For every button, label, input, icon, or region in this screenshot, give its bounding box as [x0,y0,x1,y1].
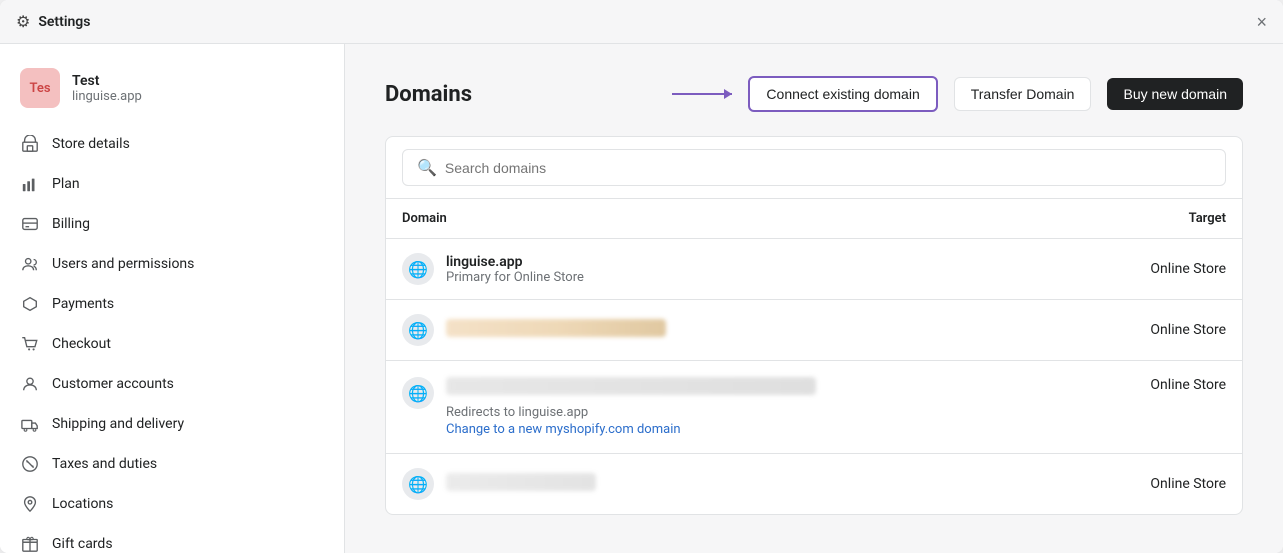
sidebar-item-users-permissions[interactable]: Users and permissions [0,244,344,284]
avatar: Tes [20,68,60,108]
table-header: Domain Target [386,199,1242,239]
sidebar-item-shipping[interactable]: Shipping and delivery [0,404,344,444]
search-bar: 🔍 [402,149,1226,186]
location-icon [20,494,40,514]
arrow-line [672,93,732,95]
close-button[interactable]: × [1256,13,1267,31]
store-header: Tes Test linguise.app [0,60,344,124]
shipping-icon [20,414,40,434]
sidebar-label-plan: Plan [52,176,80,192]
taxes-icon [20,454,40,474]
store-url: linguise.app [72,89,142,104]
sidebar-label-locations: Locations [52,496,113,512]
domain-row-3: 🌐 Redirects to linguise.app Change to a … [386,361,1242,454]
globe-icon-3: 🌐 [402,377,434,409]
domain-target-1: Online Store [1026,261,1226,277]
sidebar-label-billing: Billing [52,216,90,232]
domain-row-primary: 🌐 linguise.app Primary for Online Store … [386,239,1242,300]
customer-icon [20,374,40,394]
search-row: 🔍 [386,137,1242,199]
store-info: Test linguise.app [72,73,142,104]
domain-info-4 [446,473,1026,495]
main-content: Domains Connect existing domain Transfer… [345,44,1283,553]
sidebar-item-locations[interactable]: Locations [0,484,344,524]
domain-info-3: Redirects to linguise.app Change to a ne… [446,377,1026,437]
domain-redirect-text: Redirects to linguise.app [446,405,1026,420]
store-icon [20,134,40,154]
sidebar-item-billing[interactable]: Billing [0,204,344,244]
domain-target-3: Online Store [1026,377,1226,393]
users-icon [20,254,40,274]
sidebar-item-taxes[interactable]: Taxes and duties [0,444,344,484]
domain-info-1: linguise.app Primary for Online Store [446,254,1026,285]
payments-icon [20,294,40,314]
domain-target-2: Online Store [1026,322,1226,338]
col-domain-header: Domain [402,211,1026,226]
sidebar-item-gift-cards[interactable]: Gift cards [0,524,344,553]
sidebar-item-store-details[interactable]: Store details [0,124,344,164]
sidebar-item-payments[interactable]: Payments [0,284,344,324]
window-title: Settings [38,14,90,30]
sidebar-item-checkout[interactable]: Checkout [0,324,344,364]
page-title: Domains [385,82,472,107]
billing-icon [20,214,40,234]
page-header: Domains Connect existing domain Transfer… [385,76,1243,112]
title-bar-left: ⚙ Settings [16,12,90,31]
domain-info-2 [446,319,1026,341]
sidebar-label-checkout: Checkout [52,336,111,352]
sidebar-label-gift-cards: Gift cards [52,536,113,552]
store-name: Test [72,73,142,89]
connect-domain-button[interactable]: Connect existing domain [748,76,937,112]
search-icon: 🔍 [417,158,437,177]
sidebar-label-customer-accounts: Customer accounts [52,376,174,392]
sidebar-label-store-details: Store details [52,136,130,152]
col-target-header: Target [1026,211,1226,226]
plan-icon [20,174,40,194]
sidebar-item-plan[interactable]: Plan [0,164,344,204]
search-input[interactable] [445,160,1211,176]
title-bar: ⚙ Settings × [0,0,1283,44]
globe-icon-2: 🌐 [402,314,434,346]
sidebar-label-taxes: Taxes and duties [52,456,157,472]
blurred-domain-4 [446,473,596,491]
sidebar-label-payments: Payments [52,296,114,312]
sidebar-label-users: Users and permissions [52,256,194,272]
sidebar: Tes Test linguise.app Store details Plan [0,44,345,553]
blurred-domain-3 [446,377,816,395]
gift-icon [20,534,40,553]
sidebar-item-customer-accounts[interactable]: Customer accounts [0,364,344,404]
domains-card: 🔍 Domain Target 🌐 linguise.app Primary f… [385,136,1243,515]
domain-row-2: 🌐 Online Store [386,300,1242,361]
domain-row-4: 🌐 Online Store [386,454,1242,514]
sidebar-label-shipping: Shipping and delivery [52,416,184,432]
content-area: Tes Test linguise.app Store details Plan [0,44,1283,553]
domain-name-1: linguise.app [446,254,1026,270]
change-domain-link[interactable]: Change to a new myshopify.com domain [446,422,1026,437]
gear-icon: ⚙ [16,12,30,31]
globe-icon-4: 🌐 [402,468,434,500]
settings-window: ⚙ Settings × Tes Test linguise.app Store… [0,0,1283,553]
domain-sub-1: Primary for Online Store [446,270,1026,285]
transfer-domain-button[interactable]: Transfer Domain [954,77,1092,111]
checkout-icon [20,334,40,354]
domain-target-4: Online Store [1026,476,1226,492]
buy-domain-button[interactable]: Buy new domain [1107,78,1243,110]
globe-icon-1: 🌐 [402,253,434,285]
blurred-domain-2 [446,319,666,337]
arrow-annotation [672,93,732,95]
